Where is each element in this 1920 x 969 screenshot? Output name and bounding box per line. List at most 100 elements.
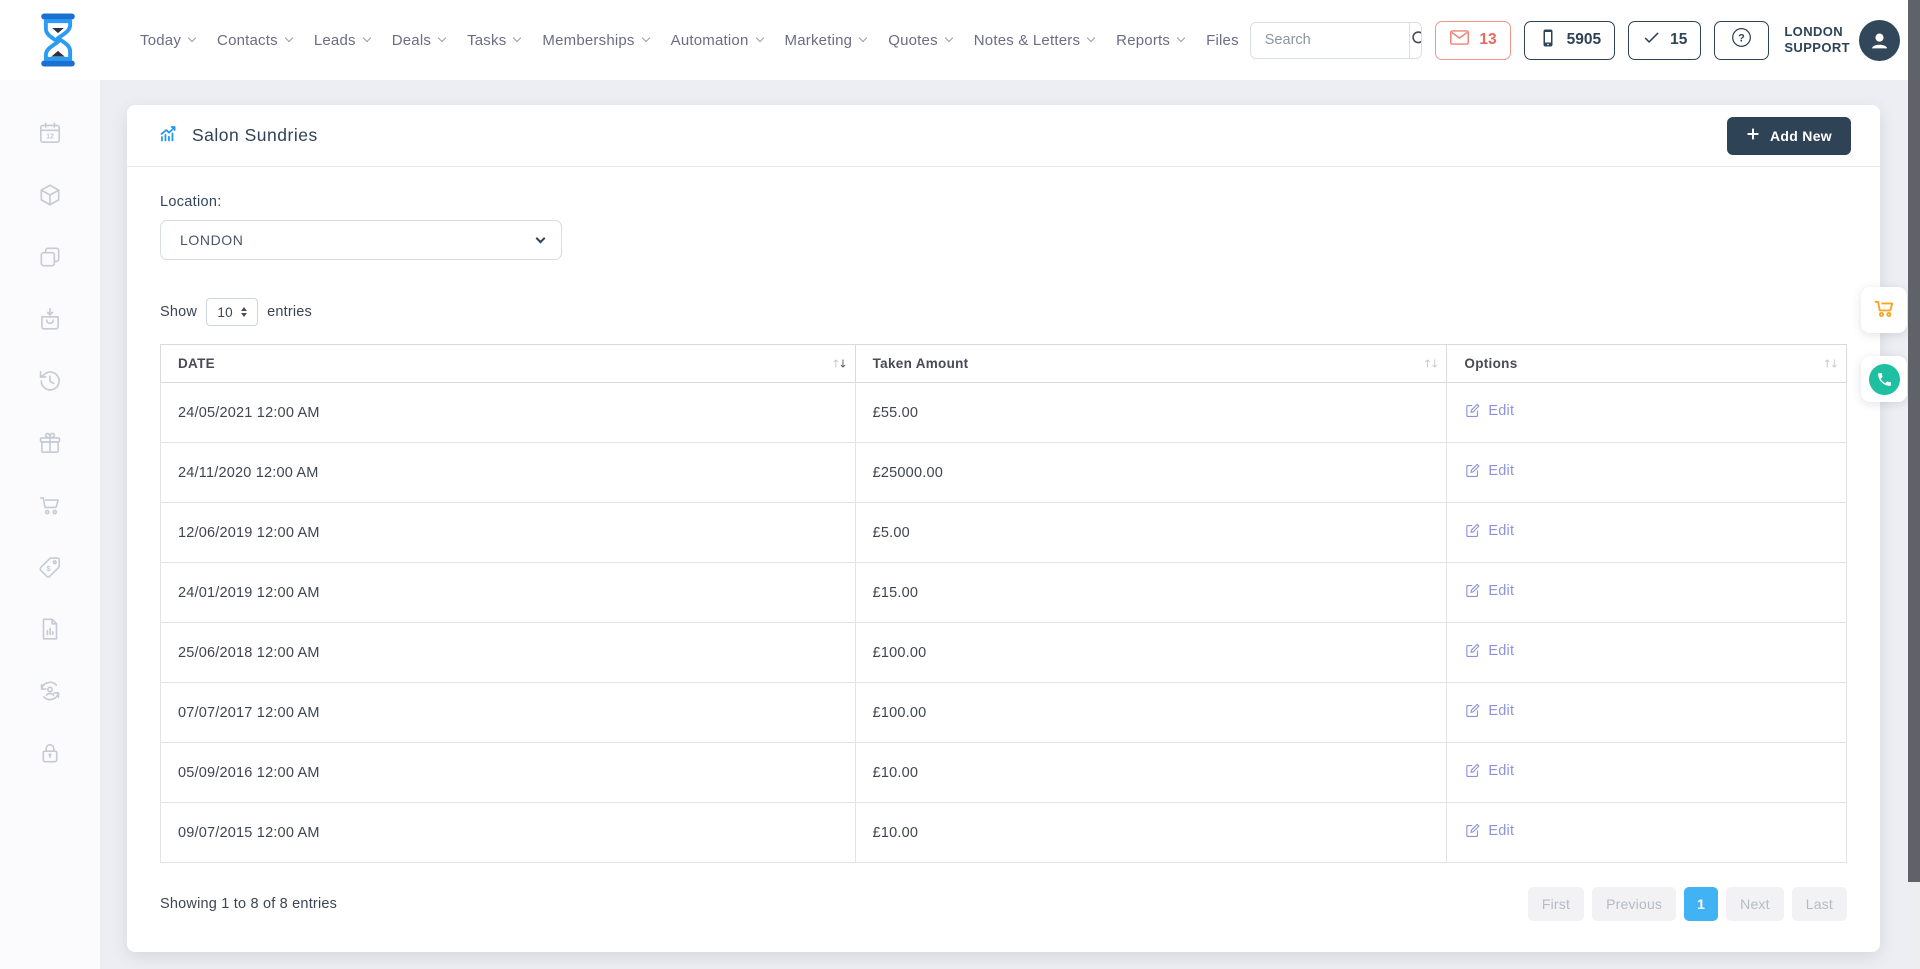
cell-options: Edit <box>1447 503 1847 563</box>
chart-icon <box>158 123 179 149</box>
nav-item-memberships[interactable]: Memberships <box>531 32 659 49</box>
spinner-icon <box>241 307 247 317</box>
chevron-down-icon <box>438 34 446 42</box>
cell-taken-amount: £100.00 <box>855 623 1447 683</box>
edit-button[interactable]: Edit <box>1464 402 1514 419</box>
edit-icon <box>1464 402 1481 419</box>
smartphone-icon <box>1538 28 1558 53</box>
svg-text:12: 12 <box>46 133 54 140</box>
cell-date: 24/11/2020 12:00 AM <box>161 443 856 503</box>
cell-options: Edit <box>1447 803 1847 863</box>
edit-icon <box>1464 822 1481 839</box>
pagination-first[interactable]: First <box>1528 887 1584 921</box>
search-input[interactable] <box>1251 23 1409 58</box>
edit-button[interactable]: Edit <box>1464 702 1514 719</box>
table-row: 12/06/2019 12:00 AM£5.00Edit <box>161 503 1847 563</box>
cart-float-button[interactable] <box>1861 287 1907 333</box>
main-nav: TodayContactsLeadsDealsTasksMembershipsA… <box>129 32 1250 49</box>
edit-button[interactable]: Edit <box>1464 582 1514 599</box>
entries-select[interactable]: 10 <box>206 298 258 326</box>
nav-item-contacts[interactable]: Contacts <box>206 32 303 49</box>
chevron-down-icon <box>641 34 649 42</box>
cell-taken-amount: £10.00 <box>855 743 1447 803</box>
column-header-taken-amount[interactable]: Taken Amount ↑↓ <box>855 345 1447 383</box>
help-badge[interactable]: ? <box>1714 21 1769 60</box>
phone-badge[interactable]: 5905 <box>1524 21 1615 60</box>
nav-item-leads[interactable]: Leads <box>303 32 381 49</box>
app-logo-icon[interactable] <box>33 12 83 68</box>
vertical-scrollbar[interactable] <box>1908 0 1920 969</box>
cart-icon[interactable] <box>37 492 63 518</box>
avatar[interactable] <box>1859 20 1900 61</box>
package-icon[interactable] <box>37 182 63 208</box>
add-new-button[interactable]: Add New <box>1727 117 1851 155</box>
left-sidebar: 12 $ <box>0 80 100 969</box>
call-float-button[interactable] <box>1861 356 1907 402</box>
chevron-down-icon <box>1177 34 1185 42</box>
cell-options: Edit <box>1447 683 1847 743</box>
edit-button[interactable]: Edit <box>1464 522 1514 539</box>
edit-icon <box>1464 582 1481 599</box>
price-tag-icon[interactable]: $ <box>37 554 63 580</box>
mail-count: 13 <box>1479 31 1496 49</box>
copy-icon[interactable] <box>37 244 63 270</box>
nav-item-marketing[interactable]: Marketing <box>774 32 878 49</box>
card-body: Location: LONDON Show 10 entries DA <box>127 167 1880 952</box>
nav-item-tasks[interactable]: Tasks <box>456 32 531 49</box>
calendar-icon[interactable]: 12 <box>37 120 63 146</box>
show-label: Show <box>160 304 197 320</box>
cell-options: Edit <box>1447 383 1847 443</box>
content-area: Salon Sundries Add New Location: LONDON … <box>100 80 1908 969</box>
cell-date: 24/05/2021 12:00 AM <box>161 383 856 443</box>
table-row: 24/11/2020 12:00 AM£25000.00 Edit <box>161 443 1847 503</box>
location-label: Location: <box>160 194 1847 210</box>
shopping-bag-icon[interactable] <box>37 306 63 332</box>
edit-icon <box>1464 762 1481 779</box>
cell-taken-amount: £55.00 <box>855 383 1447 443</box>
cell-taken-amount: £25000.00 <box>855 443 1447 503</box>
edit-button[interactable]: Edit <box>1464 762 1514 779</box>
scrollbar-thumb[interactable] <box>1908 0 1920 882</box>
column-header-options[interactable]: Options ↑↓ <box>1447 345 1847 383</box>
table-row: 24/01/2019 12:00 AM£15.00Edit <box>161 563 1847 623</box>
mail-icon <box>1449 27 1470 53</box>
edit-button[interactable]: Edit <box>1464 642 1514 659</box>
account-icon[interactable] <box>37 678 63 704</box>
location-select[interactable]: LONDON <box>160 220 562 260</box>
pagination-previous[interactable]: Previous <box>1592 887 1676 921</box>
pagination-page-1[interactable]: 1 <box>1684 887 1718 921</box>
nav-item-automation[interactable]: Automation <box>660 32 774 49</box>
chevron-down-icon <box>755 34 763 42</box>
edit-icon <box>1464 642 1481 659</box>
table-row: 07/07/2017 12:00 AM£100.00Edit <box>161 683 1847 743</box>
check-icon <box>1642 28 1661 52</box>
report-icon[interactable] <box>37 616 63 642</box>
pagination-last[interactable]: Last <box>1792 887 1847 921</box>
edit-icon <box>1464 522 1481 539</box>
pagination-next[interactable]: Next <box>1726 887 1784 921</box>
topbar: TodayContactsLeadsDealsTasksMembershipsA… <box>0 0 1908 80</box>
nav-item-deals[interactable]: Deals <box>381 32 456 49</box>
nav-item-reports[interactable]: Reports <box>1105 32 1195 49</box>
chevron-down-icon <box>1087 34 1095 42</box>
user-name: LONDON SUPPORT <box>1784 24 1850 57</box>
edit-button[interactable]: Edit <box>1464 822 1514 839</box>
gift-icon[interactable] <box>37 430 63 456</box>
nav-item-today[interactable]: Today <box>129 32 206 49</box>
sort-icon: ↑↓ <box>1823 357 1837 370</box>
column-header-date[interactable]: DATE ↑↓ <box>161 345 856 383</box>
edit-button[interactable]: Edit <box>1464 462 1514 479</box>
cell-date: 25/06/2018 12:00 AM <box>161 623 856 683</box>
tasks-badge[interactable]: 15 <box>1628 21 1701 60</box>
cell-date: 07/07/2017 12:00 AM <box>161 683 856 743</box>
svg-text:$: $ <box>46 564 51 573</box>
nav-item-quotes[interactable]: Quotes <box>877 32 963 49</box>
page-title: Salon Sundries <box>158 123 318 149</box>
history-icon[interactable] <box>37 368 63 394</box>
mail-badge[interactable]: 13 <box>1435 21 1510 60</box>
lock-icon[interactable] <box>37 740 63 766</box>
nav-item-notes-letters[interactable]: Notes & Letters <box>963 32 1105 49</box>
nav-item-files[interactable]: Files <box>1195 32 1250 49</box>
chevron-down-icon <box>536 233 546 243</box>
search-button[interactable] <box>1409 23 1423 58</box>
